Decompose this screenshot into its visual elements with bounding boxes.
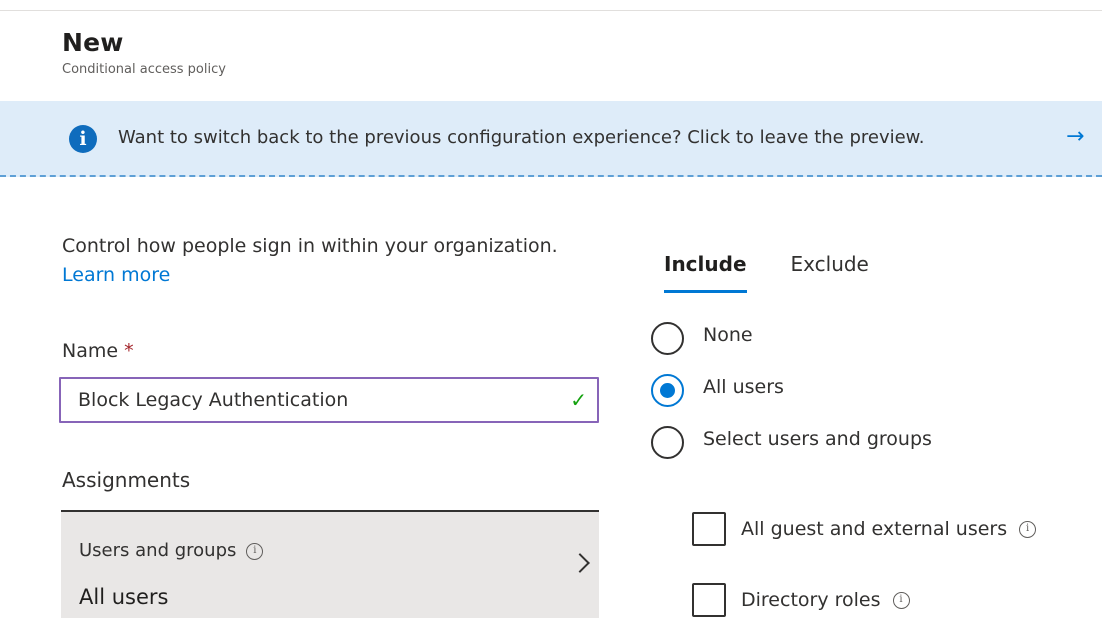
- banner-message[interactable]: Want to switch back to the previous conf…: [118, 127, 924, 148]
- info-icon[interactable]: i: [1019, 520, 1037, 538]
- policy-name-value[interactable]: Block Legacy Authentication: [78, 389, 348, 411]
- include-exclude-tabs: Include Exclude: [664, 252, 913, 293]
- tab-include[interactable]: Include: [664, 252, 747, 293]
- radio-none[interactable]: None: [651, 322, 753, 355]
- info-icon[interactable]: i: [246, 542, 264, 560]
- radio-button[interactable]: [651, 322, 684, 355]
- radio-select-users-groups[interactable]: Select users and groups: [651, 426, 932, 459]
- assignment-title-text: Users and groups: [79, 540, 237, 561]
- learn-more-link[interactable]: Learn more: [62, 264, 170, 286]
- page-header: New Conditional access policy: [62, 28, 226, 77]
- page-title: New: [62, 28, 124, 57]
- assignment-value: All users: [79, 585, 169, 609]
- checkbox[interactable]: [692, 512, 726, 546]
- radio-label: None: [703, 323, 753, 346]
- name-label-text: Name: [62, 340, 119, 362]
- users-and-groups-assignment[interactable]: Users and groups i All users: [61, 510, 599, 618]
- radio-button-selected[interactable]: [651, 374, 684, 407]
- intro-text: Control how people sign in within your o…: [62, 232, 582, 290]
- checkbox-label: All guest and external users: [741, 518, 1008, 540]
- radio-button[interactable]: [651, 426, 684, 459]
- check-icon: ✓: [570, 388, 587, 412]
- chevron-right-icon[interactable]: [570, 553, 590, 573]
- assignment-title: Users and groups i: [79, 540, 264, 561]
- required-marker: *: [124, 340, 134, 362]
- checkbox-label: Directory roles: [741, 589, 881, 611]
- name-field-label: Name *: [62, 340, 134, 362]
- policy-name-input[interactable]: Block Legacy Authentication ✓: [59, 377, 599, 423]
- tab-exclude[interactable]: Exclude: [791, 252, 869, 293]
- radio-all-users[interactable]: All users: [651, 374, 784, 407]
- radio-label: Select users and groups: [703, 427, 932, 450]
- info-icon: i: [69, 125, 97, 153]
- page-subtitle: Conditional access policy: [62, 62, 226, 77]
- checkbox-directory-roles[interactable]: Directory roles i: [692, 583, 910, 617]
- checkbox[interactable]: [692, 583, 726, 617]
- radio-dot: [660, 383, 675, 398]
- checkbox-guest-external[interactable]: All guest and external users i: [692, 512, 1037, 546]
- radio-label: All users: [703, 375, 784, 398]
- arrow-right-icon[interactable]: →: [1066, 124, 1084, 149]
- info-icon[interactable]: i: [892, 591, 910, 609]
- intro-description: Control how people sign in within your o…: [62, 235, 558, 257]
- top-divider: [0, 10, 1102, 11]
- assignments-heading: Assignments: [62, 468, 191, 492]
